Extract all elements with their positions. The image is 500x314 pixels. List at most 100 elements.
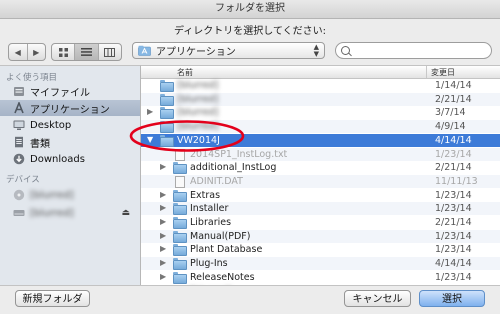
all-my-files-icon bbox=[13, 85, 25, 97]
sidebar-item-label: Downloads bbox=[30, 153, 85, 165]
disclosure-closed-icon[interactable]: ▶ bbox=[160, 244, 166, 253]
folder-icon bbox=[173, 217, 187, 229]
column-header-name[interactable]: 名前 bbox=[177, 67, 193, 78]
forward-button[interactable]: ▶ bbox=[26, 44, 46, 60]
select-button[interactable]: 選択 bbox=[419, 290, 485, 307]
sidebar-item-documents[interactable]: 書類 bbox=[0, 134, 140, 150]
file-date: 2/21/14 bbox=[435, 93, 472, 105]
file-name: Extras bbox=[190, 189, 221, 201]
popup-arrows-icon: ▲ ▼ bbox=[313, 43, 319, 58]
sidebar-item-downloads[interactable]: Downloads bbox=[0, 151, 140, 167]
file-date: 4/14/14 bbox=[435, 258, 472, 270]
forward-arrow-icon: ▶ bbox=[33, 47, 40, 57]
file-date: 4/14/14 bbox=[435, 134, 472, 146]
column-header: 名前 変更日 bbox=[141, 66, 500, 79]
file-date: 11/11/13 bbox=[435, 175, 478, 187]
sidebar-heading-devices: デバイス bbox=[6, 175, 40, 185]
sidebar-item-my-files[interactable]: マイファイル bbox=[0, 83, 140, 99]
disclosure-closed-icon[interactable]: ▶ bbox=[147, 107, 153, 116]
sidebar-item-applications[interactable]: アプリケーション bbox=[0, 100, 140, 116]
list-view-button[interactable] bbox=[74, 44, 98, 60]
sidebar-item-label: アプリケーション bbox=[30, 104, 110, 116]
file-row[interactable]: ▶ Installer 1/23/14 bbox=[141, 202, 500, 216]
file-date: 1/23/14 bbox=[435, 203, 472, 215]
file-name: Plug-Ins bbox=[190, 258, 228, 270]
file-date: 1/23/14 bbox=[435, 148, 472, 160]
file-name: Installer bbox=[190, 203, 229, 215]
file-row[interactable]: [blurred] 1/14/14 bbox=[141, 79, 500, 92]
file-name: ReleaseNotes bbox=[190, 271, 255, 283]
column-view-button[interactable] bbox=[97, 44, 121, 60]
file-name: ADINIT.DAT bbox=[190, 175, 243, 187]
file-name: additional_InstLog bbox=[190, 162, 277, 174]
folder-icon bbox=[173, 244, 187, 257]
new-folder-button[interactable]: 新規フォルダ bbox=[15, 290, 90, 307]
history-nav: ◀ ▶ bbox=[8, 43, 46, 61]
dialog-prompt: ディレクトリを選択してください: bbox=[173, 26, 327, 37]
view-switcher bbox=[51, 43, 122, 61]
file-row[interactable]: ▶ [blurred] 3/7/14 bbox=[141, 106, 500, 120]
annotation-ellipse bbox=[129, 120, 245, 152]
file-date: 1/23/14 bbox=[435, 271, 472, 283]
file-date: 2/21/14 bbox=[435, 162, 472, 174]
file-row[interactable]: ▶ additional_InstLog 2/21/14 bbox=[141, 161, 500, 175]
column-header-date[interactable]: 変更日 bbox=[431, 67, 455, 78]
sidebar-item-device-disk[interactable]: [blurred] bbox=[0, 187, 140, 203]
folder-icon bbox=[173, 271, 187, 284]
folder-icon bbox=[173, 258, 187, 271]
file-row[interactable]: [blurred] 2/21/14 bbox=[141, 92, 500, 106]
disclosure-closed-icon[interactable]: ▶ bbox=[160, 190, 166, 199]
file-row[interactable]: ▶ Manual(PDF) 1/23/14 bbox=[141, 229, 500, 243]
folder-icon bbox=[173, 162, 187, 175]
column-view-icon bbox=[104, 47, 116, 57]
documents-icon bbox=[13, 136, 25, 148]
file-name: Manual(PDF) bbox=[190, 230, 251, 242]
file-name: [blurred] bbox=[177, 80, 219, 91]
file-name: [blurred] bbox=[177, 107, 219, 119]
file-row[interactable]: ▶ ReleaseNotes 1/23/14 bbox=[141, 271, 500, 284]
sidebar-item-label: Desktop bbox=[30, 119, 72, 131]
location-popup[interactable]: アプリケーション ▲ ▼ bbox=[132, 42, 325, 59]
sidebar-item-device-drive[interactable]: [blurred] ⏏ bbox=[0, 205, 140, 221]
cancel-button[interactable]: キャンセル bbox=[344, 290, 411, 307]
file-row: ADINIT.DAT 11/11/13 bbox=[141, 174, 500, 188]
file-date: 1/14/14 bbox=[435, 80, 472, 91]
sidebar-item-label: マイファイル bbox=[30, 87, 90, 99]
file-date: 1/23/14 bbox=[435, 244, 472, 256]
list-view-icon bbox=[80, 48, 92, 56]
file-name: [blurred] bbox=[177, 93, 219, 105]
file-date: 4/9/14 bbox=[435, 121, 466, 133]
file-date: 1/23/14 bbox=[435, 230, 472, 242]
sidebar-item-label: [blurred] bbox=[30, 207, 74, 219]
dialog-footer: 新規フォルダ キャンセル 選択 bbox=[0, 285, 500, 314]
drive-icon bbox=[13, 207, 25, 219]
icon-view-icon bbox=[58, 47, 68, 57]
back-button[interactable]: ◀ bbox=[9, 44, 27, 60]
file-date: 1/23/14 bbox=[435, 189, 472, 201]
disclosure-closed-icon[interactable]: ▶ bbox=[160, 162, 166, 171]
file-row[interactable]: ▶ Plug-Ins 4/14/14 bbox=[141, 257, 500, 271]
sidebar-item-label: 書類 bbox=[30, 138, 50, 150]
file-row[interactable]: ▶ Extras 1/23/14 bbox=[141, 189, 500, 202]
disclosure-closed-icon[interactable]: ▶ bbox=[160, 258, 166, 267]
disclosure-closed-icon[interactable]: ▶ bbox=[160, 231, 166, 240]
disclosure-closed-icon[interactable]: ▶ bbox=[160, 272, 166, 281]
file-row[interactable]: ▶ Plant Database 1/23/14 bbox=[141, 243, 500, 257]
file-list: 名前 変更日 [blurred] 1/14/14 [blurred] 2/21/14 ▶… bbox=[141, 65, 500, 286]
document-icon bbox=[173, 175, 186, 188]
applications-folder-icon bbox=[138, 45, 151, 56]
file-row[interactable]: ▶ Libraries 2/21/14 bbox=[141, 216, 500, 229]
sidebar-item-label: [blurred] bbox=[30, 189, 74, 201]
sidebar-item-desktop[interactable]: Desktop bbox=[0, 117, 140, 133]
applications-icon bbox=[13, 102, 25, 114]
eject-icon[interactable]: ⏏ bbox=[121, 208, 130, 218]
column-divider bbox=[426, 66, 427, 78]
search-input[interactable] bbox=[354, 44, 486, 57]
window-title: フォルダを選択 bbox=[0, 0, 500, 19]
disclosure-closed-icon[interactable]: ▶ bbox=[160, 203, 166, 212]
icon-view-button[interactable] bbox=[52, 44, 74, 60]
disclosure-closed-icon[interactable]: ▶ bbox=[160, 217, 166, 226]
search-icon bbox=[341, 46, 350, 55]
location-label: アプリケーション bbox=[156, 47, 236, 58]
back-arrow-icon: ◀ bbox=[14, 47, 21, 57]
